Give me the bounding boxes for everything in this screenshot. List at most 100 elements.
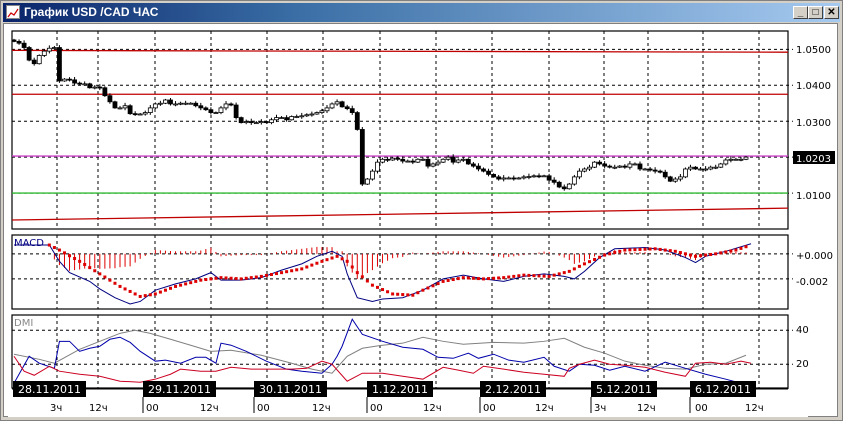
candle-body bbox=[228, 103, 234, 106]
macd-signal-dot bbox=[219, 276, 223, 280]
candle-body bbox=[233, 104, 239, 119]
macd-signal-dot bbox=[204, 278, 208, 282]
macd-signal-dot bbox=[229, 276, 233, 280]
candle-body bbox=[612, 166, 618, 169]
candle-body bbox=[188, 102, 194, 105]
candle-body bbox=[516, 177, 522, 180]
macd-signal-dot bbox=[653, 247, 657, 251]
macd-signal-dot bbox=[310, 263, 314, 267]
hour-label: 12ч bbox=[200, 403, 219, 414]
candle-body bbox=[410, 160, 416, 163]
candle-body bbox=[168, 99, 173, 105]
macd-signal-dot bbox=[264, 273, 268, 277]
candle-body bbox=[269, 119, 274, 124]
candle-body bbox=[314, 112, 320, 115]
candle-body bbox=[36, 55, 42, 65]
date-label: 1.12.2011 bbox=[372, 383, 428, 396]
macd-signal-dot bbox=[719, 251, 723, 255]
macd-signal-dot bbox=[618, 249, 622, 253]
candle-body bbox=[243, 121, 249, 124]
macd-signal-dot bbox=[658, 247, 662, 251]
candle-body bbox=[430, 163, 436, 167]
macd-signal-dot bbox=[355, 271, 359, 275]
hour-label: 12ч bbox=[423, 403, 442, 414]
candle-body bbox=[107, 95, 113, 103]
candle-body bbox=[208, 109, 214, 113]
candle-body bbox=[294, 116, 300, 118]
macd-signal-dot bbox=[381, 288, 385, 292]
candle-body bbox=[344, 106, 350, 110]
candle-body bbox=[526, 176, 532, 178]
macd-signal-dot bbox=[315, 261, 319, 265]
macd-signal-dot bbox=[643, 247, 647, 251]
macd-signal-dot bbox=[471, 276, 475, 280]
macd-signal-dot bbox=[153, 292, 157, 296]
candle-body bbox=[274, 117, 279, 121]
candle-body bbox=[597, 161, 602, 165]
macd-signal-dot bbox=[168, 286, 172, 290]
candle-body bbox=[77, 82, 83, 85]
candle-body bbox=[440, 158, 446, 163]
macd-signal-dot bbox=[209, 277, 213, 281]
candle-body bbox=[157, 102, 163, 105]
macd-signal-dot bbox=[638, 247, 642, 251]
candle-body bbox=[733, 158, 739, 161]
candle-body bbox=[279, 117, 284, 120]
hour-label: 12ч bbox=[745, 403, 764, 414]
macd-signal-dot bbox=[456, 277, 460, 281]
candle-body bbox=[556, 181, 562, 188]
candle-body bbox=[491, 173, 496, 178]
candle-body bbox=[435, 161, 441, 165]
macd-signal-dot bbox=[118, 284, 122, 288]
price-tick-1.0500: 1.0500 bbox=[796, 45, 831, 56]
candle-body bbox=[284, 117, 290, 121]
candle-body bbox=[546, 175, 552, 181]
candle-body bbox=[117, 107, 123, 110]
candle-body bbox=[31, 59, 37, 65]
macd-signal-dot bbox=[699, 254, 703, 258]
main-panel-frame bbox=[11, 30, 789, 230]
candle-body bbox=[375, 161, 380, 172]
macd-signal-dot bbox=[724, 250, 728, 254]
macd-signal-dot bbox=[280, 271, 284, 275]
macd-signal-dot bbox=[446, 278, 450, 282]
candle-body bbox=[718, 163, 724, 168]
macd-signal-dot bbox=[512, 274, 516, 278]
macd-signal-dot bbox=[461, 276, 465, 280]
macd-signal-dot bbox=[305, 265, 309, 269]
macd-signal-dot bbox=[47, 243, 51, 247]
candle-body bbox=[536, 175, 542, 178]
candle-body bbox=[370, 170, 375, 180]
macd-signal-dot bbox=[163, 288, 167, 292]
macd-signal-dot bbox=[340, 257, 344, 261]
candle-body bbox=[324, 107, 330, 112]
candle-body bbox=[21, 42, 27, 48]
candle-body bbox=[87, 83, 93, 89]
macd-signal-dot bbox=[57, 248, 61, 252]
macd-signal-dot bbox=[683, 252, 687, 256]
macd-signal-dot bbox=[290, 269, 294, 273]
date-label: 6.12.2011 bbox=[695, 383, 751, 396]
candle-body bbox=[455, 159, 461, 163]
candle-body bbox=[349, 108, 355, 113]
candle-body bbox=[218, 107, 224, 113]
macd-signal-dot bbox=[295, 268, 299, 272]
macd-signal-dot bbox=[360, 275, 364, 279]
candle-body bbox=[147, 107, 153, 113]
candle-body bbox=[667, 176, 673, 182]
macd-signal-dot bbox=[517, 274, 521, 278]
candle-body bbox=[354, 112, 360, 130]
macd-signal-dot bbox=[158, 290, 162, 294]
macd-signal-dot bbox=[663, 248, 667, 252]
candle-body bbox=[415, 158, 421, 163]
macd-signal-dot bbox=[365, 279, 369, 283]
candle-body bbox=[41, 50, 47, 56]
candle-body bbox=[481, 168, 486, 172]
macd-signal-dot bbox=[93, 269, 97, 273]
macd-signal-dot bbox=[350, 265, 354, 269]
macd-signal-dot bbox=[103, 275, 107, 279]
candle-body bbox=[334, 101, 340, 105]
date-label: 5.12.2011 bbox=[596, 383, 652, 396]
chart-canvas[interactable]: 1.0500 1.0400 1.0300 1.0203 1.0100 MACD … bbox=[0, 0, 843, 421]
candle-body bbox=[127, 105, 133, 115]
